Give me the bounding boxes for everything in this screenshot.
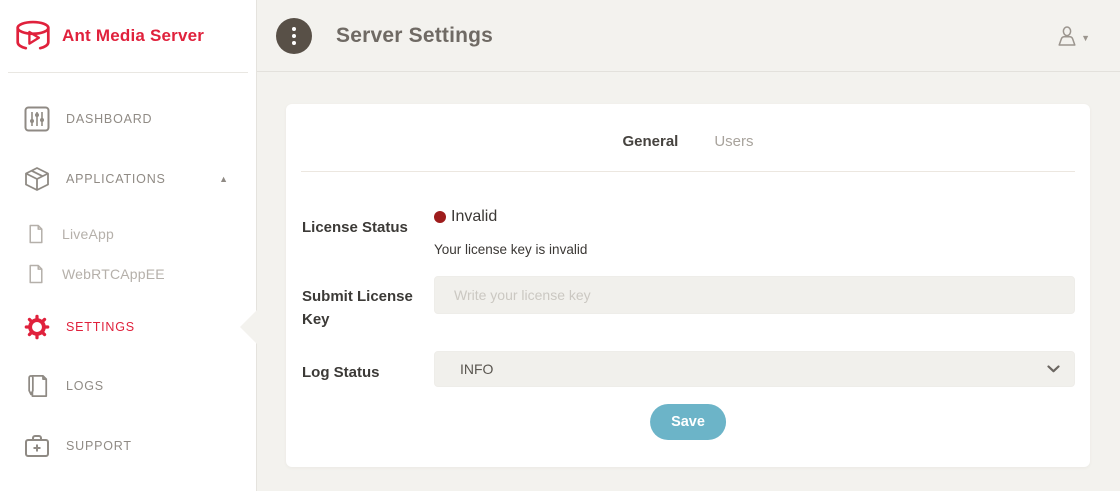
active-item-notch bbox=[240, 310, 257, 344]
sidebar-nav: DASHBOARD APPLICATIONS ▲ bbox=[0, 73, 256, 470]
sidebar-item-dashboard[interactable]: DASHBOARD bbox=[0, 95, 256, 143]
sidebar-item-label: WebRTCAppEE bbox=[62, 266, 165, 282]
brand-name: Ant Media Server bbox=[62, 26, 204, 46]
app: Ant Media Server DASHBOARD bbox=[0, 0, 1120, 491]
dashboard-sliders-icon bbox=[24, 106, 50, 132]
kebab-menu-icon bbox=[292, 27, 296, 31]
file-icon bbox=[27, 224, 45, 244]
status-dot-icon bbox=[434, 211, 446, 223]
sidebar-item-label: APPLICATIONS bbox=[66, 172, 166, 186]
tab-general[interactable]: General bbox=[622, 133, 678, 150]
brand-logo-icon bbox=[13, 18, 53, 54]
header: Server Settings ▼ bbox=[257, 0, 1120, 72]
chevron-down-icon bbox=[1047, 365, 1060, 373]
sidebar-item-liveapp[interactable]: LiveApp bbox=[0, 214, 256, 254]
sidebar-item-label: SUPPORT bbox=[66, 439, 132, 453]
license-key-input[interactable] bbox=[434, 276, 1075, 314]
logo[interactable]: Ant Media Server bbox=[0, 0, 256, 72]
log-status-value: INFO bbox=[460, 361, 493, 377]
page-title: Server Settings bbox=[336, 24, 493, 48]
user-menu[interactable]: ▼ bbox=[1056, 25, 1090, 47]
save-button[interactable]: Save bbox=[650, 404, 726, 440]
sidebar-item-support[interactable]: SUPPORT bbox=[0, 422, 256, 470]
tabs: General Users bbox=[286, 104, 1090, 171]
license-status-value: Invalid bbox=[434, 208, 497, 226]
page-menu-button[interactable] bbox=[276, 18, 312, 54]
file-icon bbox=[27, 264, 45, 284]
sidebar-item-label: DASHBOARD bbox=[66, 112, 152, 126]
applications-box-icon bbox=[24, 166, 50, 192]
license-status-description: Your license key is invalid bbox=[434, 242, 587, 257]
caret-down-icon: ▼ bbox=[1081, 34, 1090, 43]
sidebar: Ant Media Server DASHBOARD bbox=[0, 0, 257, 491]
sidebar-item-settings[interactable]: SETTINGS bbox=[0, 303, 256, 351]
license-key-label: Submit License Key bbox=[302, 285, 414, 331]
support-icon bbox=[24, 434, 50, 458]
logs-icon bbox=[24, 373, 50, 399]
general-settings-form: License Status Invalid Your license key … bbox=[286, 172, 1090, 467]
log-status-select[interactable]: INFO bbox=[434, 351, 1075, 387]
server-settings-card: General Users License Status Invalid You… bbox=[286, 104, 1090, 467]
sidebar-item-applications[interactable]: APPLICATIONS ▲ bbox=[0, 155, 256, 203]
sidebar-item-logs[interactable]: LOGS bbox=[0, 362, 256, 410]
sidebar-item-label: LOGS bbox=[66, 379, 104, 393]
log-status-label: Log Status bbox=[302, 361, 380, 384]
user-icon bbox=[1056, 25, 1078, 47]
sidebar-item-label: LiveApp bbox=[62, 226, 114, 242]
gear-icon bbox=[24, 312, 50, 342]
sidebar-item-label: SETTINGS bbox=[66, 320, 135, 334]
tab-users[interactable]: Users bbox=[714, 133, 753, 150]
caret-up-icon[interactable]: ▲ bbox=[219, 175, 228, 184]
license-status-label: License Status bbox=[302, 216, 408, 239]
license-status-text: Invalid bbox=[451, 208, 497, 226]
sidebar-item-webrtcappee[interactable]: WebRTCAppEE bbox=[0, 254, 256, 294]
